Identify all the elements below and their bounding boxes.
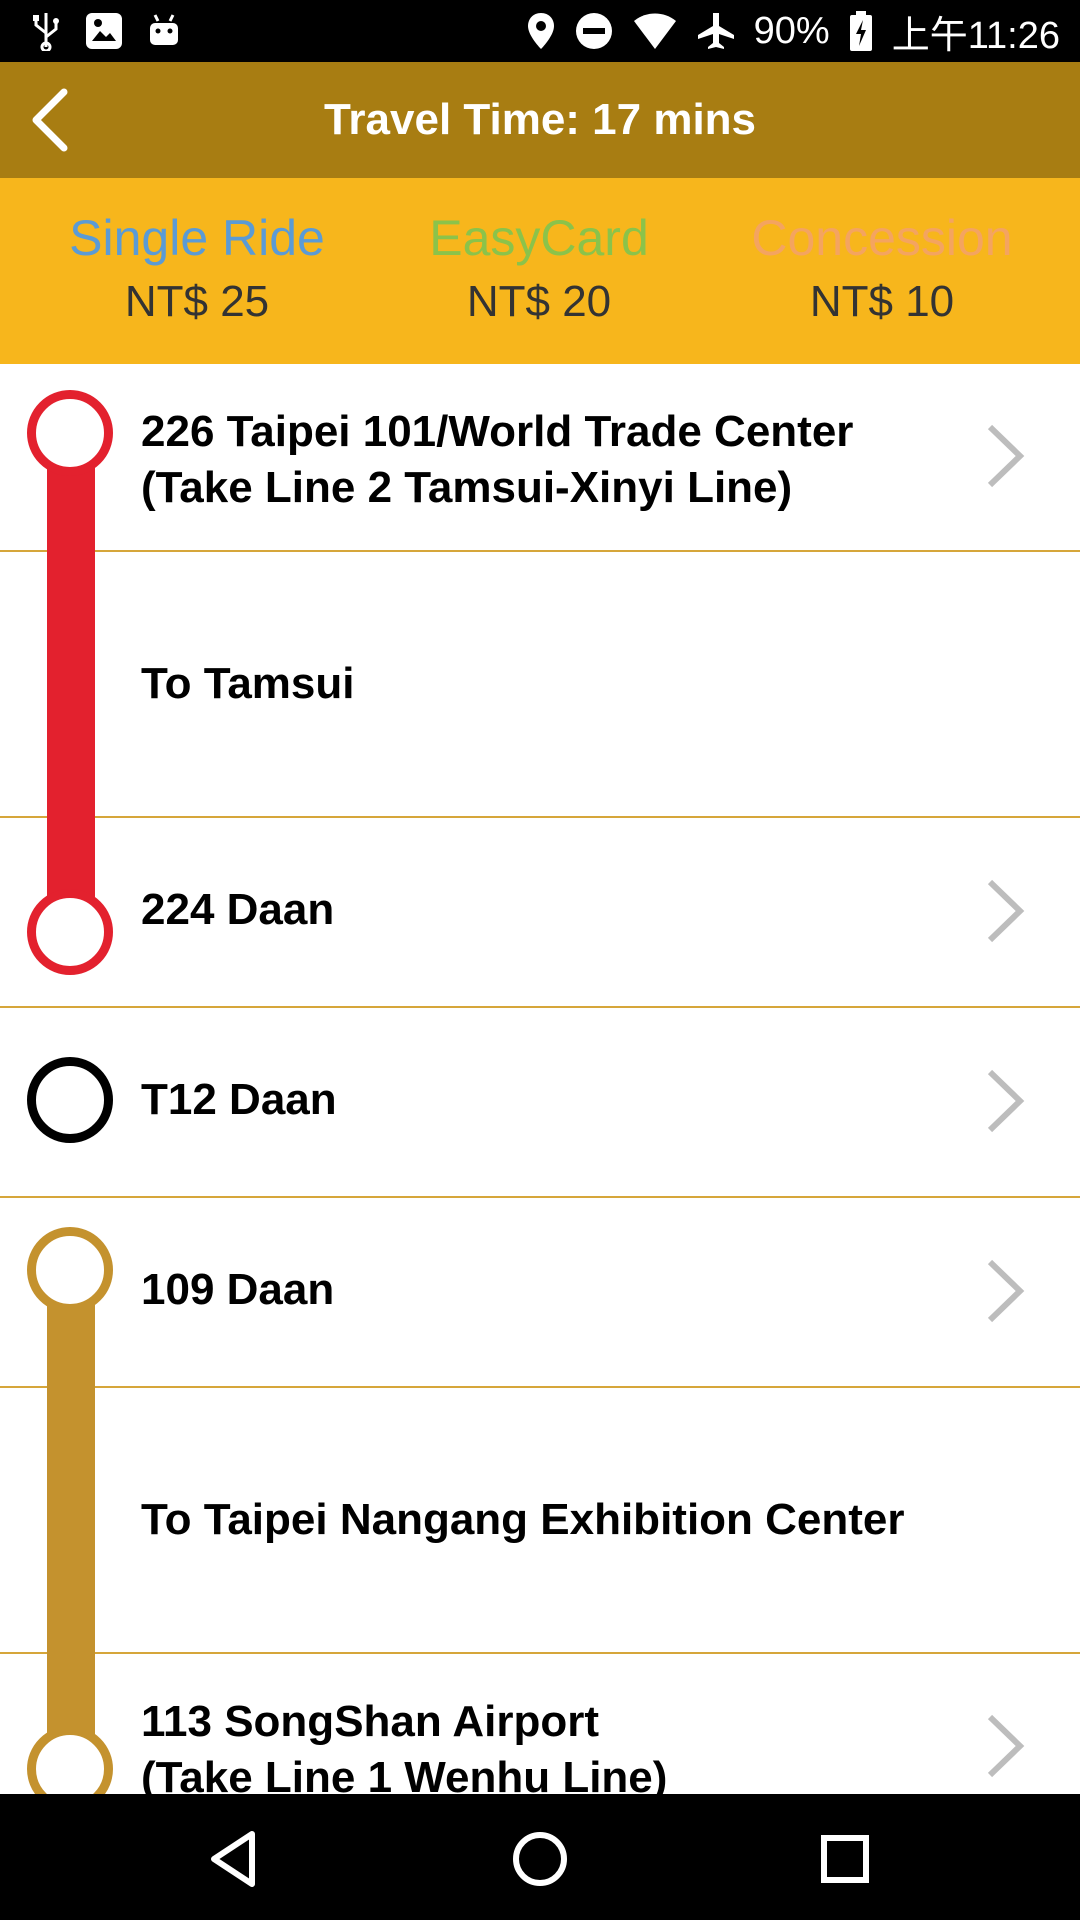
- station-name: 113 SongShan Airport (Take Line 1 Wenhu …: [141, 1694, 667, 1794]
- fare-price: NT$ 25: [124, 277, 270, 326]
- station-node-icon: [27, 889, 113, 975]
- station-name: T12 Daan: [141, 1075, 337, 1124]
- chevron-right-icon: [987, 424, 1025, 488]
- chevron-right-icon: [987, 1259, 1025, 1323]
- usb-icon: [33, 13, 59, 51]
- station-row[interactable]: 113 SongShan Airport (Take Line 1 Wenhu …: [0, 1654, 1080, 1794]
- station-row[interactable]: 224 Daan: [0, 818, 1080, 1008]
- station-name: 226 Taipei 101/World Trade Center (Take …: [141, 404, 853, 516]
- photo-icon: [86, 13, 122, 49]
- status-bar: 90% 上午11:26: [0, 0, 1080, 62]
- fare-concession: Concession NT$ 10: [702, 208, 1062, 330]
- fare-type-label: Concession: [751, 210, 1013, 266]
- fare-panel: Single Ride NT$ 25 EasyCard NT$ 20 Conce…: [0, 178, 1080, 364]
- station-subtitle: (Take Line 1 Wenhu Line): [141, 1753, 668, 1794]
- status-right-icons: 90% 上午11:26: [526, 8, 1060, 57]
- direction-text: To Tamsui: [141, 659, 355, 708]
- station-name: 224 Daan: [141, 885, 335, 934]
- fare-price: NT$ 20: [466, 277, 612, 326]
- route-list: 226 Taipei 101/World Trade Center (Take …: [0, 364, 1080, 1794]
- fare-price: NT$ 10: [809, 277, 955, 326]
- station-subtitle: (Take Line 2 Tamsui-Xinyi Line): [141, 463, 793, 512]
- page-title: Travel Time: 17 mins: [323, 95, 757, 144]
- location-icon: [527, 13, 554, 49]
- fare-easycard: EasyCard NT$ 20: [359, 208, 719, 330]
- battery-percent: 90%: [753, 9, 830, 52]
- navigation-bar: [0, 1794, 1080, 1920]
- station-node-icon: [27, 390, 113, 476]
- fare-type-label: EasyCard: [429, 210, 649, 266]
- nav-back-icon[interactable]: [200, 1824, 270, 1894]
- direction-text: To Taipei Nangang Exhibition Center: [141, 1495, 905, 1544]
- nav-home-icon[interactable]: [505, 1824, 575, 1894]
- station-title: 113 SongShan Airport: [141, 1697, 600, 1746]
- android-icon: [150, 14, 178, 45]
- station-name: 109 Daan: [141, 1265, 335, 1314]
- station-node-icon: [27, 1227, 113, 1313]
- status-left-icons: [30, 8, 182, 54]
- direction-row: To Taipei Nangang Exhibition Center: [0, 1388, 1080, 1654]
- chevron-right-icon: [987, 879, 1025, 943]
- transfer-node-icon: [27, 1057, 113, 1143]
- battery-icon: [849, 11, 872, 51]
- direction-row: To Tamsui: [0, 552, 1080, 818]
- station-title: 226 Taipei 101/World Trade Center: [141, 407, 854, 456]
- fare-type-label: Single Ride: [69, 210, 325, 266]
- station-row[interactable]: 226 Taipei 101/World Trade Center (Take …: [0, 364, 1080, 552]
- nav-recents-icon[interactable]: [810, 1824, 880, 1894]
- airplane-icon: [697, 13, 734, 49]
- chevron-left-icon: [32, 88, 68, 152]
- app-header: Travel Time: 17 mins: [0, 62, 1080, 178]
- station-row[interactable]: 109 Daan: [0, 1198, 1080, 1388]
- clock: 上午11:26: [891, 14, 1060, 57]
- fare-single-ride: Single Ride NT$ 25: [17, 208, 377, 330]
- wifi-icon: [633, 13, 676, 49]
- chevron-right-icon: [987, 1069, 1025, 1133]
- do-not-disturb-icon: [575, 13, 612, 49]
- back-button[interactable]: [14, 80, 94, 160]
- brown-line-segment: [47, 1270, 95, 1760]
- chevron-right-icon: [987, 1714, 1025, 1778]
- station-row[interactable]: T12 Daan: [0, 1008, 1080, 1198]
- red-line-segment: [47, 434, 95, 910]
